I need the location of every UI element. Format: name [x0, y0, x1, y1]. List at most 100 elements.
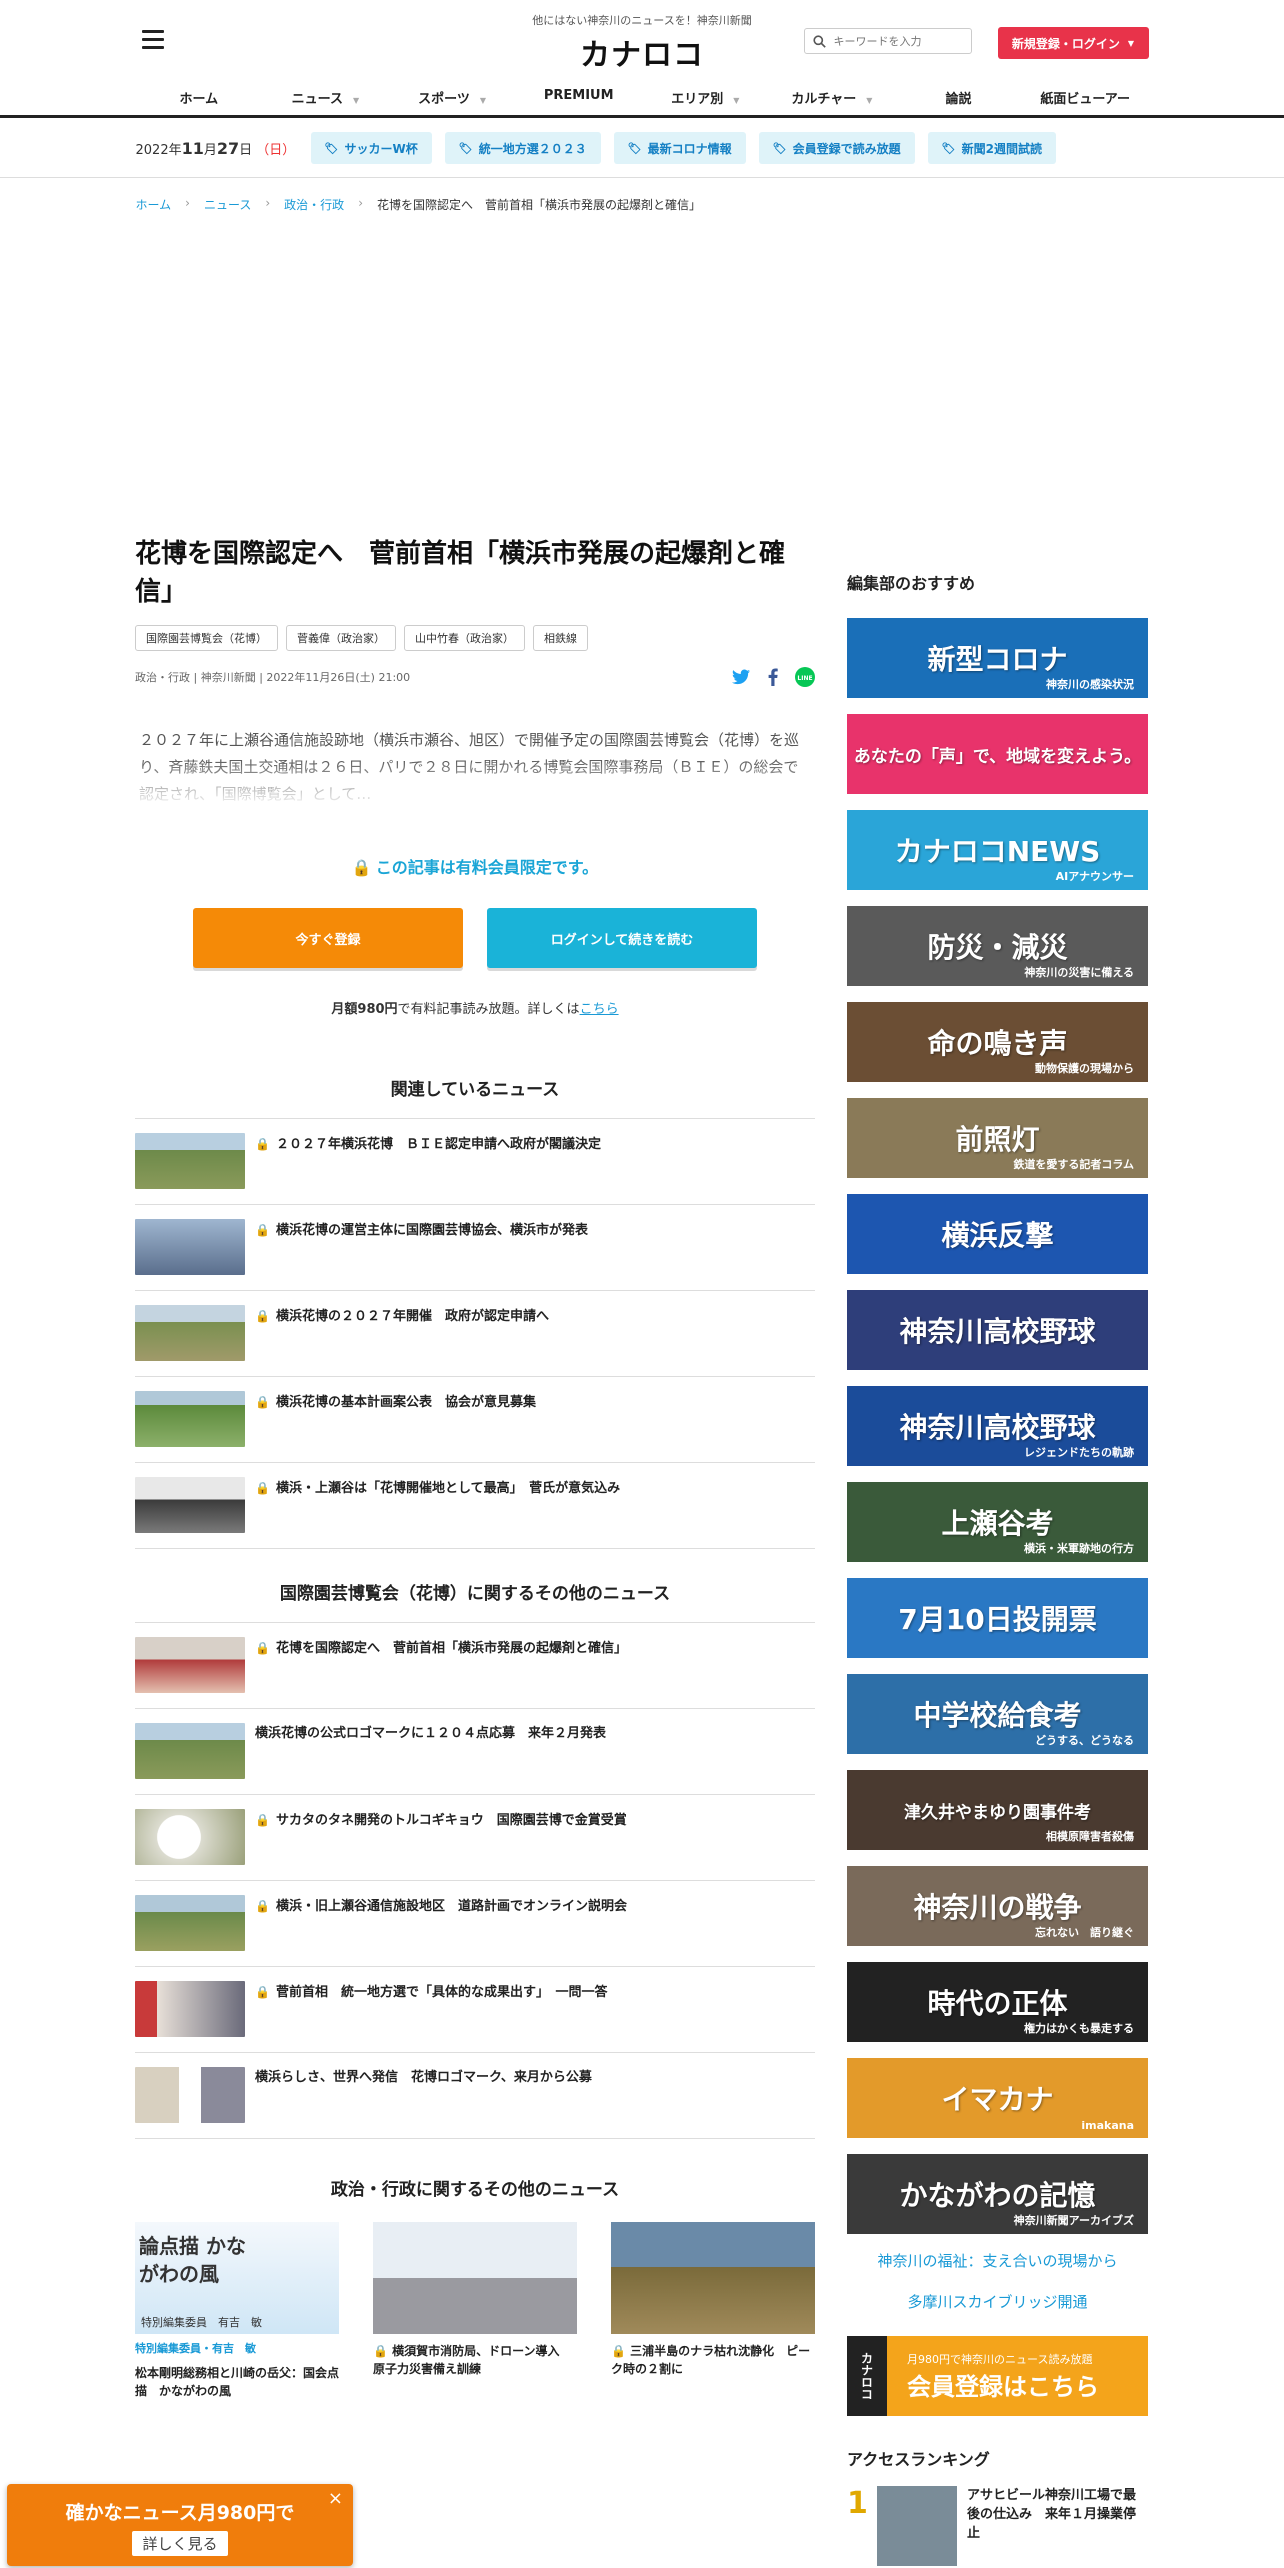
- article-tag-1[interactable]: 菅義偉（政治家）: [286, 625, 396, 651]
- news-item[interactable]: 🔒 菅前首相 統一地方選で「具体的な成果出す」 一問一答: [135, 1967, 815, 2053]
- politics-card[interactable]: 🔒 横須賀市消防局、ドローン導入 原子力災害備え訓練: [373, 2222, 577, 2400]
- news-title-text: 横浜・旧上瀬谷通信施設地区 道路計画でオンライン説明会: [275, 1899, 627, 1914]
- news-title: 🔒 横浜・旧上瀬谷通信施設地区 道路計画でオンライン説明会: [255, 1895, 627, 1916]
- ranking-item[interactable]: 1 アサヒビール神奈川工場で最後の仕込み 来年１月操業停止: [847, 2486, 1148, 2566]
- editor-pick-sub: AIアナウンサー: [1055, 870, 1134, 883]
- editor-pick-title: 防災・減災: [927, 931, 1068, 964]
- article-tag-0[interactable]: 国際園芸博覧会（花博）: [135, 625, 278, 651]
- news-title-text: 菅前首相 統一地方選で「具体的な成果出す」 一問一答: [275, 1985, 608, 2000]
- news-thumbnail: [135, 1895, 245, 1951]
- politics-card-image-sub: 特別編集委員 有吉 敏: [141, 2316, 262, 2329]
- price-info: 月額980円で有料記事読み放題。詳しくはこちら: [135, 998, 815, 1017]
- news-thumbnail: [135, 1305, 245, 1361]
- price-details-link[interactable]: こちら: [580, 1002, 619, 1017]
- editor-pick-banner-0[interactable]: 新型コロナ 神奈川の感染状況: [847, 618, 1148, 698]
- editor-pick-banner-5[interactable]: 前照灯 鉄道を愛する記者コラム: [847, 1098, 1148, 1178]
- editor-pick-banner-13[interactable]: 神奈川の戦争 忘れない 語り継ぐ: [847, 1866, 1148, 1946]
- editor-pick-title: 上瀬谷考: [941, 1507, 1054, 1540]
- editor-pick-sub: どうする、どうなる: [1035, 1734, 1134, 1747]
- news-item[interactable]: 🔒 横浜花博の運営主体に国際園芸博協会、横浜市が発表: [135, 1205, 815, 1291]
- news-item[interactable]: 🔒 ２０２７年横浜花博 ＢＩＥ認定申請へ政府が閣議決定: [135, 1119, 815, 1205]
- editor-pick-banner-8[interactable]: 神奈川高校野球 レジェンドたちの軌跡: [847, 1386, 1148, 1466]
- news-item[interactable]: 🔒 花博を国際認定へ 菅前首相「横浜市発展の起爆剤と確信」: [135, 1623, 815, 1709]
- login-continue-button[interactable]: ログインして続きを読む: [487, 908, 757, 968]
- sidebar: 編集部のおすすめ 新型コロナ 神奈川の感染状況あなたの「声」で、地域を変えよう。カ…: [847, 570, 1148, 2566]
- editor-pick-title: 津久井やまゆり園事件考: [904, 1802, 1091, 1823]
- editor-picks-heading: 編集部のおすすめ: [847, 574, 976, 593]
- news-title-text: 横浜花博の公式ロゴマークに１２０４点応募 来年２月発表: [255, 1726, 607, 1741]
- svg-text:LINE: LINE: [797, 675, 812, 682]
- lock-icon: 🔒: [351, 858, 372, 877]
- politics-card-title-text: 松本剛明総務相と川崎の岳父：国会点描 かながわの風: [135, 2366, 340, 2398]
- ranking-heading: アクセスランキング: [847, 2450, 990, 2469]
- promo-details-button[interactable]: 詳しく見る: [132, 2531, 228, 2556]
- member-banner-big: 会員登録はこちら: [907, 2372, 1099, 2401]
- news-item[interactable]: 🔒 サカタのタネ開発のトルコギキョウ 国際園芸博で金賞受賞: [135, 1795, 815, 1881]
- news-thumbnail: [135, 1723, 245, 1779]
- editor-pick-banner-16[interactable]: かながわの記憶神奈川新聞アーカイブズ: [847, 2154, 1148, 2234]
- promo-title: 確かなニュース月980円で: [65, 2502, 295, 2524]
- news-title-text: 横浜花博の２０２７年開催 政府が認定申請へ: [275, 1309, 549, 1324]
- expo-news-list: 🔒 花博を国際認定へ 菅前首相「横浜市発展の起爆剤と確信」横浜花博の公式ロゴマーク…: [135, 1623, 815, 2139]
- news-item[interactable]: 横浜らしさ、世界へ発信 花博ロゴマーク、来月から公募: [135, 2053, 815, 2139]
- news-item[interactable]: 🔒 横浜花博の２０２７年開催 政府が認定申請へ: [135, 1291, 815, 1377]
- line-icon[interactable]: LINE: [795, 667, 815, 687]
- lock-icon: 🔒: [255, 1223, 270, 1237]
- editor-pick-title: 7月10日投開票: [898, 1603, 1097, 1636]
- member-signup-banner[interactable]: カナロコ 月980円で神奈川のニュース読み放題 会員登録はこちら: [847, 2336, 1148, 2416]
- editor-pick-banner-1[interactable]: あなたの「声」で、地域を変えよう。: [847, 714, 1148, 794]
- article-tag-2[interactable]: 山中竹春（政治家）: [404, 625, 525, 651]
- paid-notice-text: この記事は有料会員限定です。: [375, 858, 599, 877]
- article-tag-3[interactable]: 相鉄線: [533, 625, 588, 651]
- lock-icon: 🔒: [255, 1309, 270, 1323]
- editor-pick-banner-15[interactable]: イマカナ imakana: [847, 2058, 1148, 2138]
- editor-pick-banner-14[interactable]: 時代の正体 権力はかくも暴走する: [847, 1962, 1148, 2042]
- member-banner-logo: カナロコ: [847, 2336, 887, 2416]
- editor-pick-title: かながわの記憶: [899, 2179, 1096, 2212]
- facebook-icon[interactable]: [763, 667, 783, 687]
- editor-pick-sub: 相模原障害者殺傷: [1046, 1830, 1134, 1843]
- news-title: 🔒 花博を国際認定へ 菅前首相「横浜市発展の起爆剤と確信」: [255, 1637, 627, 1658]
- editor-pick-sub: 神奈川新聞アーカイブズ: [1013, 2214, 1134, 2227]
- news-thumbnail: [135, 1981, 245, 2037]
- editor-pick-banner-7[interactable]: 神奈川高校野球: [847, 1290, 1148, 1370]
- editor-pick-sub: imakana: [1081, 2119, 1134, 2132]
- news-item[interactable]: 🔒 横浜・旧上瀬谷通信施設地区 道路計画でオンライン説明会: [135, 1881, 815, 1967]
- politics-card[interactable]: 論点描 かながわの風 特別編集委員 有吉 敏特別編集委員・有吉 敏松本剛明総務相と…: [135, 2222, 339, 2400]
- related-news-list: 🔒 ２０２７年横浜花博 ＢＩＥ認定申請へ政府が閣議決定 🔒 横浜花博の運営主体に国際園…: [135, 1119, 815, 1549]
- politics-card-image-text: 論点描 かながわの風: [139, 2234, 246, 2286]
- editor-pick-banner-11[interactable]: 中学校給食考 どうする、どうなる: [847, 1674, 1148, 1754]
- editor-pick-title: 神奈川高校野球: [899, 1315, 1096, 1348]
- share-buttons: LINE: [719, 667, 815, 687]
- twitter-icon[interactable]: [731, 667, 751, 687]
- news-title: 横浜らしさ、世界へ発信 花博ロゴマーク、来月から公募: [255, 2067, 592, 2087]
- lock-icon: 🔒: [255, 1985, 270, 1999]
- news-item[interactable]: 🔒 横浜・上瀬谷は「花博開催地として最高」 菅氏が意気込み: [135, 1463, 815, 1549]
- editor-pick-banner-10[interactable]: 7月10日投開票: [847, 1578, 1148, 1658]
- editor-pick-banner-4[interactable]: 命の鳴き声 動物保護の現場から: [847, 1002, 1148, 1082]
- politics-news-heading: 政治・行政に関するその他のニュース: [330, 2180, 620, 2200]
- editor-pick-banner-6[interactable]: 横浜反撃: [847, 1194, 1148, 1274]
- article-title: 花博を国際認定へ 菅前首相「横浜市発展の起爆剤と確信」: [135, 539, 786, 607]
- politics-card-image: [373, 2222, 577, 2334]
- news-item[interactable]: 🔒 横浜花博の基本計画案公表 協会が意見募集: [135, 1377, 815, 1463]
- editor-pick-title: あなたの「声」で、地域を変えよう。: [853, 746, 1142, 767]
- news-title-text: 横浜らしさ、世界へ発信 花博ロゴマーク、来月から公募: [255, 2070, 592, 2085]
- politics-card[interactable]: 🔒 三浦半島のナラ枯れ沈静化 ピーク時の２割に: [611, 2222, 815, 2400]
- news-item[interactable]: 横浜花博の公式ロゴマークに１２０４点応募 来年２月発表: [135, 1709, 815, 1795]
- news-title: 🔒 横浜・上瀬谷は「花博開催地として最高」 菅氏が意気込み: [255, 1477, 620, 1498]
- editor-pick-banner-9[interactable]: 上瀬谷考 横浜・米軍跡地の行方: [847, 1482, 1148, 1562]
- editor-pick-banner-12[interactable]: 津久井やまゆり園事件考相模原障害者殺傷: [847, 1770, 1148, 1850]
- lock-icon: 🔒: [373, 2344, 393, 2358]
- close-icon[interactable]: ×: [328, 2488, 343, 2509]
- register-now-button[interactable]: 今すぐ登録: [193, 908, 463, 968]
- politics-card-image: [611, 2222, 815, 2334]
- news-thumbnail: [135, 1133, 245, 1189]
- side-link-skybridge[interactable]: 多摩川スカイブリッジ開通: [847, 2291, 1148, 2312]
- politics-news-grid: 論点描 かながわの風 特別編集委員 有吉 敏特別編集委員・有吉 敏松本剛明総務相と…: [135, 2222, 815, 2400]
- side-link-welfare[interactable]: 神奈川の福祉：支え合いの現場から: [847, 2250, 1148, 2271]
- editor-pick-banner-2[interactable]: カナロコNEWS AIアナウンサー: [847, 810, 1148, 890]
- editor-picks-banners: 新型コロナ 神奈川の感染状況あなたの「声」で、地域を変えよう。カナロコNEWS AI…: [847, 618, 1148, 2234]
- subscription-promo[interactable]: 確かなニュース月980円で 詳しく見る ×: [7, 2484, 353, 2566]
- editor-pick-banner-3[interactable]: 防災・減災 神奈川の災害に備える: [847, 906, 1148, 986]
